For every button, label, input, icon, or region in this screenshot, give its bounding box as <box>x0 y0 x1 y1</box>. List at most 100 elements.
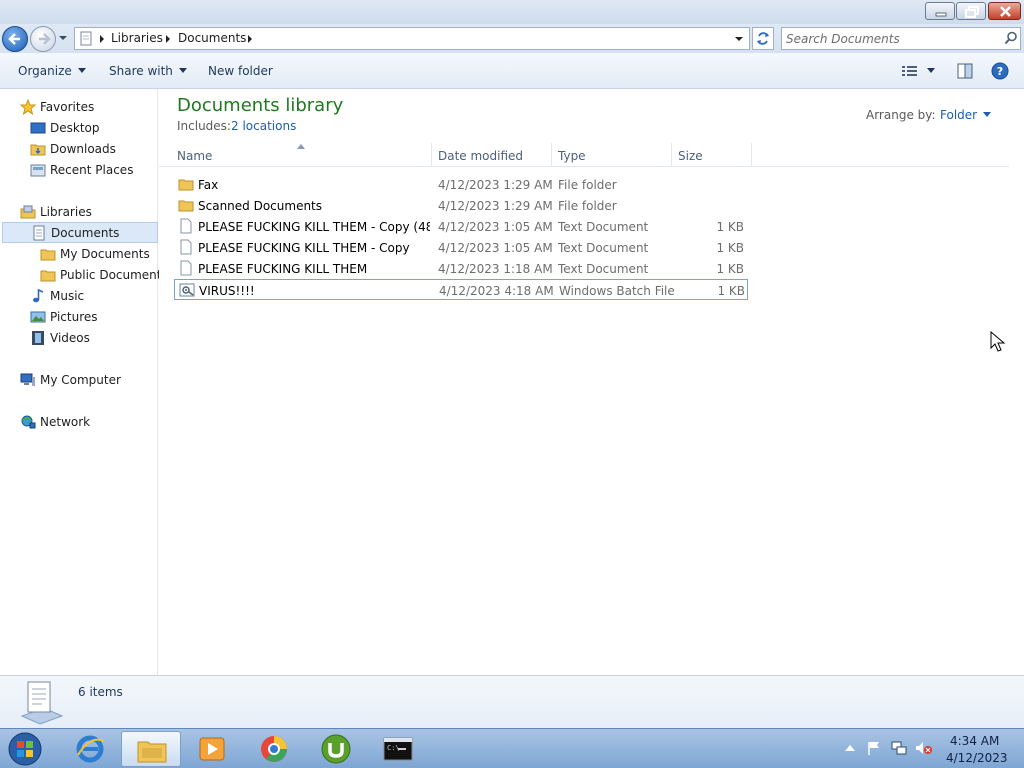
folder-icon <box>178 200 194 212</box>
file-row[interactable]: PLEASE FUCKING KILL THEM - Copy (480... … <box>174 216 748 237</box>
file-size: 1 KB <box>717 284 745 298</box>
nav-downloads-label: Downloads <box>50 142 116 156</box>
chevron-down-icon <box>983 112 992 117</box>
file-date: 4/12/2023 1:05 AM <box>438 220 553 234</box>
address-bar[interactable]: Libraries Documents <box>74 27 750 50</box>
network-tray-icon[interactable] <box>891 740 907 756</box>
folder-icon <box>178 179 194 191</box>
taskbar-browser[interactable] <box>244 731 304 767</box>
taskbar-utorrent[interactable] <box>306 731 366 767</box>
chevron-down-icon <box>77 68 86 73</box>
taskbar-media-player[interactable] <box>182 731 242 767</box>
file-row[interactable]: PLEASE FUCKING KILL THEM 4/12/2023 1:18 … <box>174 258 748 279</box>
taskbar: C:\ 4:34 AM 4/12/2023 <box>0 728 1024 768</box>
breadcrumb-separator-icon <box>100 35 104 43</box>
new-folder-button[interactable]: New folder <box>208 64 273 78</box>
address-history-chevron-icon[interactable] <box>731 31 747 47</box>
breadcrumb-separator-icon[interactable] <box>165 35 171 43</box>
file-type: Text Document <box>558 262 649 276</box>
share-with-menu[interactable]: Share with <box>109 64 187 78</box>
nav-my-computer-label: My Computer <box>40 373 121 387</box>
file-explorer-folder-icon <box>137 741 167 763</box>
nav-videos-label: Videos <box>50 331 90 345</box>
breadcrumb-separator-icon[interactable] <box>247 35 253 43</box>
column-divider[interactable] <box>431 143 432 167</box>
nav-music-label: Music <box>50 289 85 303</box>
nav-favorites-label: Favorites <box>40 100 95 114</box>
nav-desktop-label: Desktop <box>50 121 100 135</box>
arrange-by-dropdown[interactable]: Folder <box>940 108 992 122</box>
column-header-date-modified[interactable]: Date modified <box>438 149 523 163</box>
breadcrumb-libraries[interactable]: Libraries <box>111 31 163 45</box>
file-row[interactable]: PLEASE FUCKING KILL THEM - Copy 4/12/202… <box>174 237 748 258</box>
svg-text:C:\: C:\ <box>387 744 400 752</box>
column-divider[interactable] <box>671 143 672 167</box>
organize-menu[interactable]: Organize <box>18 64 86 78</box>
file-date: 4/12/2023 1:29 AM <box>438 178 553 192</box>
file-size: 1 KB <box>716 241 744 255</box>
item-count: 6 items <box>78 685 123 699</box>
file-name: PLEASE FUCKING KILL THEM - Copy <box>198 241 410 255</box>
file-name: Scanned Documents <box>198 199 323 213</box>
show-hidden-icons-chevron-icon[interactable] <box>845 744 855 752</box>
forward-button[interactable] <box>30 26 56 52</box>
command-prompt-icon: C:\ <box>383 737 413 761</box>
search-icon[interactable] <box>1004 31 1018 45</box>
recent-pages-chevron-icon[interactable] <box>57 32 69 44</box>
organize-label: Organize <box>18 64 72 78</box>
start-button[interactable] <box>4 731 46 767</box>
nav-my-documents-label: My Documents <box>60 247 150 261</box>
file-type: File folder <box>558 178 617 192</box>
back-button[interactable] <box>2 26 28 52</box>
text-document-icon <box>180 239 192 255</box>
refresh-icon <box>757 32 769 45</box>
preview-pane-icon[interactable] <box>957 63 973 79</box>
column-header-size[interactable]: Size <box>678 149 703 163</box>
recent-places-icon <box>30 164 46 177</box>
column-divider[interactable] <box>551 143 552 167</box>
action-center-flag-icon[interactable] <box>866 740 882 756</box>
search-input[interactable] <box>786 30 996 47</box>
library-location-icon <box>80 31 92 46</box>
file-row[interactable]: Scanned Documents 4/12/2023 1:29 AM File… <box>174 195 748 216</box>
svg-text:?: ? <box>997 65 1003 78</box>
utorrent-icon <box>321 734 351 764</box>
nav-network-label: Network <box>40 415 91 429</box>
file-row[interactable]: VIRUS!!!! 4/12/2023 4:18 AM Windows Batc… <box>174 279 748 300</box>
file-name: PLEASE FUCKING KILL THEM <box>198 262 368 276</box>
videos-film-icon <box>32 331 44 345</box>
internet-explorer-icon <box>76 735 105 763</box>
help-icon[interactable]: ? <box>991 62 1009 80</box>
includes-label: Includes: <box>177 119 231 133</box>
file-row[interactable]: Fax 4/12/2023 1:29 AM File folder <box>174 174 748 195</box>
close-button[interactable] <box>988 2 1021 20</box>
column-header-name[interactable]: Name <box>177 149 212 163</box>
sort-ascending-icon <box>297 144 305 149</box>
column-headers: Name Date modified Type Size <box>159 143 1009 167</box>
file-name: VIRUS!!!! <box>199 284 255 298</box>
column-divider[interactable] <box>751 143 752 167</box>
library-title: Documents library <box>177 95 344 116</box>
clock-time[interactable]: 4:34 AM <box>950 734 999 748</box>
volume-muted-icon[interactable] <box>915 740 933 756</box>
search-box[interactable] <box>781 27 1021 50</box>
file-type: Text Document <box>558 220 649 234</box>
file-date: 4/12/2023 1:29 AM <box>438 199 553 213</box>
restore-button[interactable] <box>956 2 986 20</box>
column-header-type[interactable]: Type <box>558 149 586 163</box>
nav-documents[interactable]: Documents <box>2 222 158 243</box>
breadcrumb-documents[interactable]: Documents <box>178 31 246 45</box>
arrange-by-label: Arrange by: <box>866 108 936 122</box>
details-pane: 6 items <box>0 675 1024 728</box>
refresh-button[interactable] <box>752 27 774 50</box>
forward-arrow-icon <box>39 33 51 45</box>
clock-date[interactable]: 4/12/2023 <box>946 751 1008 765</box>
taskbar-internet-explorer[interactable] <box>60 731 120 767</box>
view-details-icon[interactable] <box>902 65 918 77</box>
minimize-button[interactable] <box>925 2 955 20</box>
includes-locations-link[interactable]: 2 locations <box>231 119 296 133</box>
taskbar-command-prompt[interactable]: C:\ <box>368 731 428 767</box>
star-icon <box>20 99 36 115</box>
taskbar-windows-explorer[interactable] <box>121 731 181 767</box>
view-options-chevron-icon[interactable] <box>927 68 935 74</box>
